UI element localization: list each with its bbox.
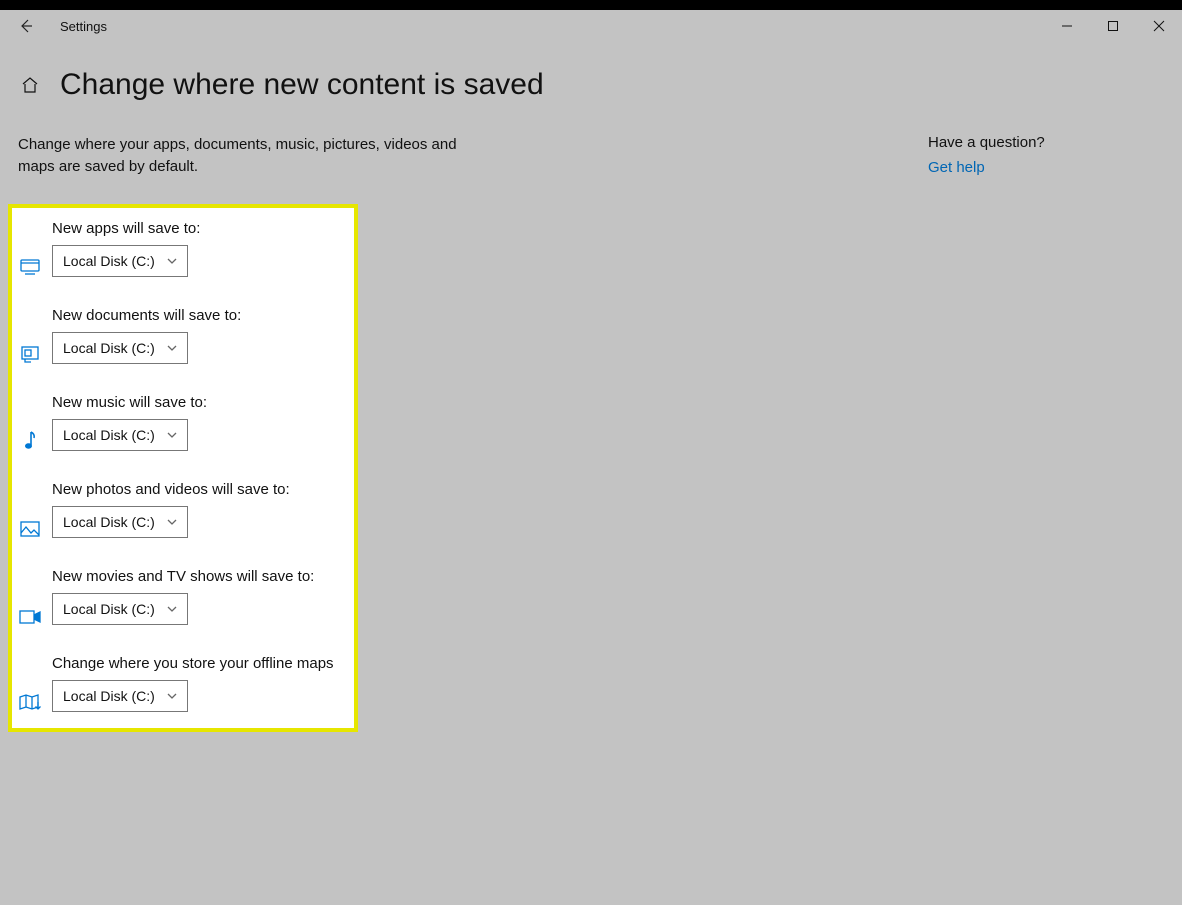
- help-question: Have a question?: [928, 134, 1045, 151]
- chevron-down-icon: [165, 602, 179, 616]
- home-button[interactable]: [20, 75, 40, 95]
- maximize-button[interactable]: [1090, 10, 1136, 42]
- dropdown-value: Local Disk (C:): [63, 688, 155, 704]
- close-button[interactable]: [1136, 10, 1182, 42]
- documents-dropdown[interactable]: Local Disk (C:): [52, 332, 188, 364]
- music-icon: [16, 429, 44, 451]
- movies-dropdown[interactable]: Local Disk (C:): [52, 593, 188, 625]
- chevron-down-icon: [165, 515, 179, 529]
- maps-icon: [16, 692, 44, 712]
- page-description: Change where your apps, documents, music…: [18, 134, 458, 178]
- minimize-button[interactable]: [1044, 10, 1090, 42]
- movies-icon: [16, 609, 44, 625]
- setting-apps: New apps will save to: Local Disk (C:): [16, 214, 346, 277]
- page-header: Change where new content is saved: [0, 42, 1182, 102]
- setting-label: New photos and videos will save to:: [52, 481, 346, 498]
- setting-label: New music will save to:: [52, 394, 346, 411]
- photos-dropdown[interactable]: Local Disk (C:): [52, 506, 188, 538]
- setting-label: New apps will save to:: [52, 220, 346, 237]
- setting-maps: Change where you store your offline maps…: [16, 649, 346, 712]
- window-controls: [1044, 10, 1182, 42]
- apps-dropdown[interactable]: Local Disk (C:): [52, 245, 188, 277]
- maps-dropdown[interactable]: Local Disk (C:): [52, 680, 188, 712]
- setting-label: Change where you store your offline maps: [52, 655, 346, 672]
- chevron-down-icon: [165, 341, 179, 355]
- setting-label: New documents will save to:: [52, 307, 346, 324]
- page-title: Change where new content is saved: [60, 68, 544, 102]
- setting-documents: New documents will save to: Local Disk (…: [16, 301, 346, 364]
- dropdown-value: Local Disk (C:): [63, 253, 155, 269]
- dropdown-value: Local Disk (C:): [63, 514, 155, 530]
- help-panel: Have a question? Get help: [928, 134, 1045, 732]
- get-help-link[interactable]: Get help: [928, 159, 1045, 176]
- highlight-box: New apps will save to: Local Disk (C:): [8, 204, 358, 732]
- setting-movies: New movies and TV shows will save to: Lo…: [16, 562, 346, 625]
- chevron-down-icon: [165, 428, 179, 442]
- music-dropdown[interactable]: Local Disk (C:): [52, 419, 188, 451]
- back-button[interactable]: [14, 14, 38, 38]
- titlebar: Settings: [0, 10, 1182, 42]
- dropdown-value: Local Disk (C:): [63, 340, 155, 356]
- window-top-strip: [0, 0, 1182, 10]
- documents-icon: [16, 344, 44, 364]
- apps-icon: [16, 257, 44, 277]
- setting-music: New music will save to: Local Disk (C:): [16, 388, 346, 451]
- dropdown-value: Local Disk (C:): [63, 427, 155, 443]
- chevron-down-icon: [165, 254, 179, 268]
- setting-label: New movies and TV shows will save to:: [52, 568, 346, 585]
- chevron-down-icon: [165, 689, 179, 703]
- setting-photos: New photos and videos will save to: Loca…: [16, 475, 346, 538]
- app-title: Settings: [60, 19, 107, 34]
- photos-icon: [16, 520, 44, 538]
- dropdown-value: Local Disk (C:): [63, 601, 155, 617]
